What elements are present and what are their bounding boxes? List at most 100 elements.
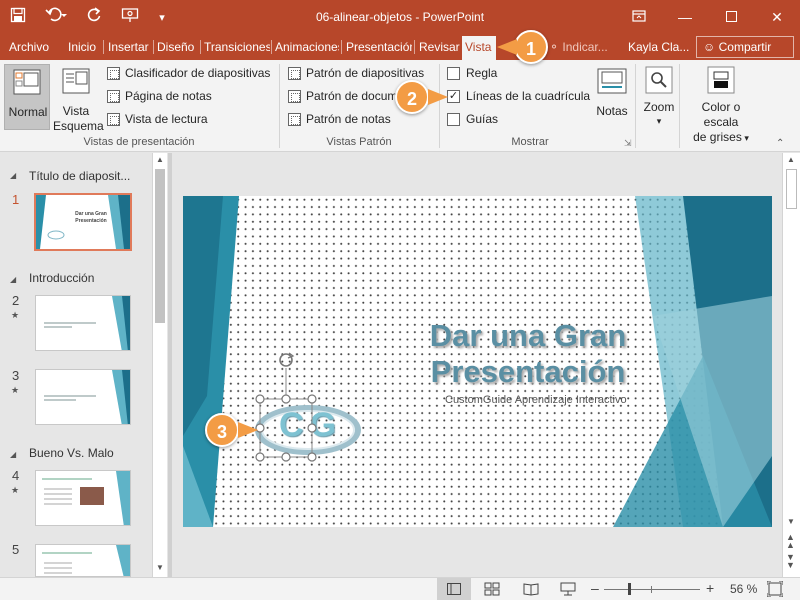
tell-me-label: Indicar... — [562, 40, 608, 54]
zoom-in-icon[interactable]: + — [706, 580, 714, 596]
ruler-check-box[interactable] — [447, 67, 460, 81]
slide-number: 1 — [12, 192, 20, 207]
slide-sorter-status-icon[interactable] — [484, 582, 500, 599]
notes-page-label: Página de notas — [125, 89, 212, 103]
next-slide-icon[interactable]: ▼ ▼ — [786, 553, 795, 570]
notes-page-button[interactable]: Página de notas — [107, 89, 212, 104]
minimize-icon[interactable]: — — [662, 0, 708, 34]
color-grayscale-icon — [707, 66, 735, 94]
slides-panel-scrollbar[interactable]: ▲ ▼ — [152, 153, 167, 577]
tab-animaciones[interactable]: Animaciones — [275, 34, 339, 60]
group-label-show: Mostrar — [511, 136, 549, 148]
slide-thumbnail-4[interactable] — [35, 470, 131, 526]
color-grayscale-button[interactable]: Color o escala de grises ▾ — [683, 64, 759, 144]
slide-star-icon: ★ — [11, 485, 20, 495]
slide-title[interactable]: Dar una Gran Presentación — [413, 318, 643, 390]
slide-subtitle[interactable]: CustomGuide Aprendizaje Interactivo — [445, 394, 627, 406]
group-label-master-views: Vistas Patrón — [326, 136, 392, 148]
ruler-checkbox[interactable]: Regla — [447, 66, 497, 81]
save-icon[interactable] — [0, 7, 36, 27]
slide-master-button[interactable]: Patrón de diapositivas — [288, 66, 425, 81]
status-bar: – + 56 % — [0, 577, 800, 600]
customize-icon[interactable]: ▾ — [148, 11, 176, 24]
tab-diseno[interactable]: Diseño — [157, 34, 197, 60]
reading-view-button[interactable]: Vista de lectura — [107, 112, 208, 127]
slide-thumbnail-graphic — [44, 370, 130, 424]
scroll-up-icon[interactable]: ▲ — [156, 155, 164, 164]
slide-master-label: Patrón de diapositivas — [306, 66, 425, 80]
selection-box[interactable] — [251, 346, 321, 462]
color-grayscale-label-line1: Color o escala — [701, 100, 741, 129]
slide-thumbnail-3[interactable] — [35, 369, 131, 425]
zoom-percent[interactable]: 56 % — [730, 582, 757, 596]
zoom-slider-center-mark — [651, 586, 652, 593]
fit-to-window-icon[interactable] — [766, 580, 784, 600]
zoom-slider[interactable] — [604, 589, 700, 590]
previous-slide-icon[interactable]: ▲ ▲ — [786, 533, 795, 550]
maximize-icon[interactable] — [708, 0, 754, 34]
zoom-out-icon[interactable]: – — [591, 580, 599, 596]
tell-me-search[interactable]: ⚬ Indicar... — [549, 34, 608, 60]
slideshow-status-icon[interactable] — [560, 582, 576, 599]
section-collapse-icon[interactable]: ◢ — [10, 275, 16, 284]
scrollbar-thumb[interactable] — [155, 169, 165, 323]
slide-thumbnail-5[interactable] — [35, 544, 131, 577]
zoom-button[interactable]: Zoom ▾ — [640, 64, 678, 130]
close-icon[interactable]: ✕ — [754, 0, 800, 34]
normal-view-button[interactable]: Normal — [4, 64, 50, 130]
tab-insertar[interactable]: Insertar — [108, 34, 150, 60]
slide-thumbnail-graphic: Dar una Gran Presentación — [36, 195, 130, 249]
section-title[interactable]: Introducción — [29, 271, 94, 285]
share-button[interactable]: ☺ Compartir — [696, 36, 794, 58]
guides-check-box[interactable] — [447, 113, 460, 127]
notes-master-button[interactable]: Patrón de notas — [288, 112, 391, 127]
section-collapse-icon[interactable]: ◢ — [10, 450, 16, 459]
editor-scrollbar[interactable]: ▲ ▼ ▲ ▲ ▼ ▼ — [782, 153, 800, 577]
collapse-ribbon-icon[interactable]: ⌃ — [776, 138, 784, 149]
slide-sorter-button[interactable]: Clasificador de diapositivas — [107, 66, 270, 81]
normal-view-icon — [13, 69, 41, 95]
tab-archivo[interactable]: Archivo — [9, 34, 49, 60]
slide-title-line2: Presentación — [430, 354, 626, 389]
scrollbar-thumb[interactable] — [786, 169, 797, 209]
gridlines-checkbox[interactable]: ✓ Líneas de la cuadrícula — [447, 89, 590, 104]
ribbon-tabs: Archivo Inicio Insertar Diseño Transicio… — [0, 34, 800, 60]
section-title[interactable]: Bueno Vs. Malo — [29, 446, 114, 460]
color-grayscale-label-line2: de grises — [693, 130, 742, 144]
slide-thumbnail-1[interactable]: Dar una Gran Presentación — [34, 193, 132, 251]
scroll-down-icon[interactable]: ▼ — [787, 517, 795, 526]
tab-vista[interactable]: Vista — [462, 36, 496, 60]
slide-sorter-icon — [107, 67, 120, 81]
undo-icon[interactable] — [36, 7, 76, 27]
section-collapse-icon[interactable]: ◢ — [10, 171, 16, 180]
normal-view-status-icon — [447, 583, 461, 595]
ribbon-display-icon[interactable] — [616, 0, 662, 34]
reading-view-label: Vista de lectura — [125, 112, 208, 126]
slide-thumbnail-2[interactable] — [35, 295, 131, 351]
slide-master-icon — [288, 67, 301, 81]
tab-revisar[interactable]: Revisar — [419, 34, 460, 60]
normal-view-status-button[interactable] — [437, 578, 471, 600]
reading-view-status-icon[interactable] — [523, 582, 539, 599]
notes-button[interactable]: Notas — [592, 64, 632, 130]
tab-inicio[interactable]: Inicio — [68, 34, 96, 60]
redo-icon[interactable] — [76, 7, 112, 27]
tab-presentacion[interactable]: Presentación — [346, 34, 412, 60]
scroll-down-icon[interactable]: ▼ — [156, 563, 164, 572]
slide-number: 2 — [12, 293, 20, 308]
tab-transiciones[interactable]: Transiciones — [204, 34, 270, 60]
outline-view-button[interactable]: Vista Esquema — [53, 64, 104, 133]
handout-master-button[interactable]: Patrón de docum — [288, 89, 396, 104]
present-icon[interactable] — [112, 7, 148, 27]
scroll-up-icon[interactable]: ▲ — [787, 155, 795, 164]
slide-canvas[interactable]: Dar una Gran Presentación CustomGuide Ap… — [183, 196, 772, 527]
show-dialog-launcher-icon[interactable]: ⇲ — [624, 138, 632, 149]
callout-arrow-2 — [428, 89, 448, 105]
gridlines-check-box[interactable]: ✓ — [447, 90, 460, 104]
slide-number: 5 — [12, 542, 20, 557]
user-name[interactable]: Kayla Cla... — [628, 34, 689, 60]
zoom-slider-thumb[interactable] — [628, 583, 631, 595]
section-title[interactable]: Título de diaposit... — [29, 169, 151, 183]
zoom-label: Zoom — [643, 100, 675, 114]
guides-checkbox[interactable]: Guías — [447, 112, 498, 127]
